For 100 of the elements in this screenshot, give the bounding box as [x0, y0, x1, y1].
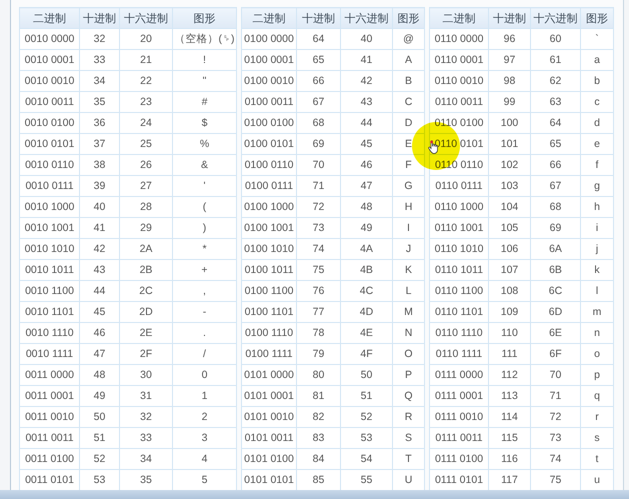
table-cell: 2F: [120, 344, 172, 364]
column-header: 十六进制: [120, 8, 172, 28]
table-cell: 0100 1110: [242, 322, 296, 344]
table-cell: 36: [80, 112, 120, 134]
table-cell: 4A: [340, 238, 392, 260]
column-header: 二进制: [20, 8, 80, 28]
table-cell: 0100 0000: [242, 28, 296, 50]
table-cell: 0: [172, 364, 236, 386]
table-cell: 73: [296, 218, 340, 238]
table-cell: 65: [296, 50, 340, 70]
table-cell: 0011 0000: [20, 364, 80, 386]
table-cell: 6D: [530, 302, 580, 322]
table-cell: 4D: [340, 302, 392, 322]
table-cell: 75: [296, 260, 340, 280]
table-cell: (: [172, 196, 236, 218]
table-cell: 73: [530, 428, 580, 448]
table-cell: 42: [340, 70, 392, 92]
table-cell: 80: [296, 364, 340, 386]
table-cell: 0011 0010: [20, 406, 80, 428]
table-cell: 60: [530, 28, 580, 50]
table-cell: p: [580, 364, 614, 386]
table-cell: 39: [80, 176, 120, 196]
table-cell: `: [580, 28, 614, 50]
table-cell: 0010 1000: [20, 196, 80, 218]
table-cell: ,: [172, 280, 236, 302]
table-cell: A: [392, 50, 424, 70]
table-cell: Q: [392, 386, 424, 406]
table-cell: 110: [488, 322, 530, 344]
table-cell: e: [580, 134, 614, 154]
table-cell: 67: [530, 176, 580, 196]
table-cell: 0110 1111: [430, 344, 488, 364]
table-cell: 106: [488, 238, 530, 260]
table-cell: K: [392, 260, 424, 280]
table-cell: 41: [80, 218, 120, 238]
table-cell: 0101 0010: [242, 406, 296, 428]
column-header: 二进制: [430, 8, 488, 28]
table-cell: 54: [340, 448, 392, 470]
table-cell: 109: [488, 302, 530, 322]
table-cell: 0110 0111: [430, 176, 488, 196]
table-cell: 66: [296, 70, 340, 92]
table-cell: 4C: [340, 280, 392, 302]
table-cell: 2D: [120, 302, 172, 322]
table-cell: k: [580, 260, 614, 280]
table-cell: 0110 1010: [430, 238, 488, 260]
table-cell: 113: [488, 386, 530, 406]
table-cell: !: [172, 50, 236, 70]
table-cell: h: [580, 196, 614, 218]
table-cell: 0010 1011: [20, 260, 80, 280]
column-header: 十进制: [488, 8, 530, 28]
table-cell: M: [392, 302, 424, 322]
table-cell: q: [580, 386, 614, 406]
table-cell: 37: [80, 134, 120, 154]
table-cell: 6F: [530, 344, 580, 364]
table-cell: 2: [172, 406, 236, 428]
table-cell: 0111 0011: [430, 428, 488, 448]
table-cell: 1: [172, 386, 236, 406]
table-cell: 64: [296, 28, 340, 50]
table-cell: 0010 0101: [20, 134, 80, 154]
table-cell: 0100 0011: [242, 92, 296, 112]
table-cell: l: [580, 280, 614, 302]
table-cell: 43: [80, 260, 120, 280]
table-cell: *: [172, 238, 236, 260]
table-cell: 52: [80, 448, 120, 470]
table-cell: 24: [120, 112, 172, 134]
table-cell: $: [172, 112, 236, 134]
table-cell: 0111 0001: [430, 386, 488, 406]
table-cell: &: [172, 154, 236, 176]
table-cell: 2B: [120, 260, 172, 280]
table-cell: 0110 1001: [430, 218, 488, 238]
table-cell: 97: [488, 50, 530, 70]
table-cell: 0111 0100: [430, 448, 488, 470]
table-cell: T: [392, 448, 424, 470]
column-header: 十六进制: [530, 8, 580, 28]
table-cell: 51: [80, 428, 120, 448]
table-cell: 100: [488, 112, 530, 134]
table-cell: 72: [530, 406, 580, 428]
table-cell: 0110 1011: [430, 260, 488, 280]
table-cell: #: [172, 92, 236, 112]
table-cell: L: [392, 280, 424, 302]
table-cell: 0011 0100: [20, 448, 80, 470]
table-cell: H: [392, 196, 424, 218]
table-cell: 49: [80, 386, 120, 406]
table-cell: 30: [120, 364, 172, 386]
table-cell: 43: [340, 92, 392, 112]
column-header: 图形: [392, 8, 424, 28]
table-cell: 0010 0011: [20, 92, 80, 112]
table-cell: 23: [120, 92, 172, 112]
table-cell: 82: [296, 406, 340, 428]
table-cell: 38: [80, 154, 120, 176]
table-cell: ): [172, 218, 236, 238]
table-cell: 66: [530, 154, 580, 176]
table-cell: 0100 1100: [242, 280, 296, 302]
table-cell: 46: [340, 154, 392, 176]
table-cell: i: [580, 218, 614, 238]
column-header: 十进制: [80, 8, 120, 28]
table-cell: a: [580, 50, 614, 70]
table-cell: g: [580, 176, 614, 196]
table-cell: 72: [296, 196, 340, 218]
table-cell: 29: [120, 218, 172, 238]
table-cell: 0110 0001: [430, 50, 488, 70]
